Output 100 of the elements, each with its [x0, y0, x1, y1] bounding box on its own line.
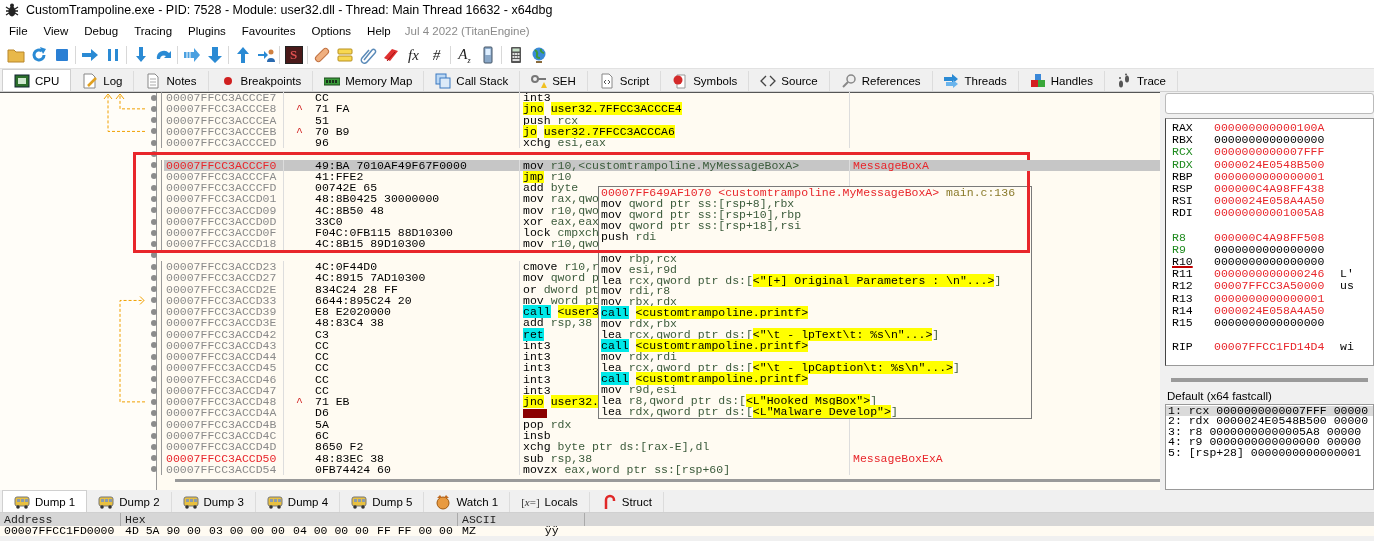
- register-comment: us: [1340, 280, 1354, 293]
- register-name[interactable]: RSP: [1172, 182, 1214, 196]
- hex-bytes: FF FF 00 00: [376, 526, 454, 536]
- bytes-text: CC: [315, 362, 329, 374]
- instruction-text: mov r9d,esi: [601, 382, 677, 396]
- register-value[interactable]: 0000000000000000: [1214, 256, 1340, 269]
- argument-row[interactable]: 2: rdx 0000024E0548B500 00000: [1166, 416, 1373, 427]
- bytes-text: 834C24 28 FF: [315, 283, 398, 295]
- menu-item[interactable]: Debug: [76, 25, 127, 37]
- tab[interactable]: Struct: [589, 492, 664, 512]
- menu-item[interactable]: Options: [303, 25, 360, 37]
- register-value[interactable]: 000000C4A98FF438: [1214, 182, 1340, 196]
- tab[interactable]: Memory Map: [313, 71, 425, 91]
- argument-row[interactable]: 1: rcx 0000000000007FFF 00000: [1166, 406, 1373, 417]
- bytes-text: CC: [315, 92, 329, 104]
- register-name[interactable]: R13: [1172, 292, 1214, 305]
- tab[interactable]: References: [829, 71, 933, 91]
- bytes-text: 48:83EC 38: [315, 452, 384, 464]
- register-value[interactable]: 0000000000000246: [1214, 268, 1340, 281]
- menu-item[interactable]: File: [1, 25, 36, 37]
- selected-row-highlight[interactable]: 00007FFCC3ACCCF0 49:BA 7010AF49F67F0000 mov r10,<customtrampoline.MyMessageBoxA> MessageBoxA: [161, 159, 1160, 171]
- instruction-text: lea rcx,qword ptr ds:[<"[+] Original Parameters : \n"...>]: [601, 273, 1002, 287]
- tab[interactable]: Notes: [134, 71, 209, 91]
- register-value[interactable]: 0000000000000000: [1214, 134, 1340, 147]
- register-value[interactable]: 0000024E0548B500: [1214, 158, 1340, 171]
- script-button[interactable]: S: [284, 46, 303, 64]
- register-value[interactable]: 0000000000000001: [1214, 170, 1340, 183]
- menu-item[interactable]: Plugins: [180, 25, 234, 37]
- argument-row[interactable]: 3: r8 00000000000005A8 00000: [1166, 426, 1373, 438]
- menu-item[interactable]: Tracing: [126, 25, 181, 37]
- register-name[interactable]: RBP: [1172, 170, 1214, 183]
- register-name[interactable]: R12: [1172, 280, 1214, 293]
- tab[interactable]: Dump 1: [2, 490, 88, 512]
- tab[interactable]: Symbols: [661, 71, 750, 91]
- register-name[interactable]: R9: [1172, 243, 1214, 257]
- register-name[interactable]: RBX: [1172, 134, 1214, 147]
- register-value[interactable]: 0000024E058A4A50: [1214, 195, 1340, 208]
- address-text: 00007FFCC3ACCD4B: [161, 418, 283, 430]
- register-value[interactable]: 0000000000000000: [1214, 317, 1340, 330]
- tab[interactable]: Call Stack: [424, 71, 521, 91]
- register-value[interactable]: 0000000000000001: [1214, 292, 1340, 305]
- toolbar-button[interactable]: A$_{z}$: [458, 45, 471, 65]
- register-name[interactable]: RIP: [1172, 341, 1214, 354]
- register-name[interactable]: RAX: [1172, 122, 1214, 135]
- tab[interactable]: Source: [749, 71, 830, 91]
- tab[interactable]: Dump 4: [255, 492, 341, 512]
- brackets-glyph: [x=]: [521, 496, 540, 508]
- bytes-text: 71 EB: [315, 396, 350, 408]
- register-value[interactable]: 00000000001005A8: [1214, 207, 1340, 220]
- address-text: 00007FFCC3ACCD01: [161, 193, 283, 205]
- register-name[interactable]: RDX: [1172, 158, 1214, 171]
- instruction-text: call <user3: [523, 305, 599, 319]
- register-value[interactable]: 0000024E058A4A50: [1214, 304, 1340, 317]
- register-name[interactable]: R8: [1172, 231, 1214, 244]
- register-value[interactable]: 0000000000007FFF: [1214, 146, 1340, 159]
- tab[interactable]: Watch 1: [424, 492, 511, 512]
- register-name[interactable]: RDI: [1172, 207, 1214, 220]
- bytes-text: C3: [315, 328, 329, 340]
- instruction-text: xchg byte ptr ds:[rax-E],dl: [523, 440, 710, 454]
- calling-convention-title: Default (x64 fastcall): [1166, 389, 1273, 404]
- register-name[interactable]: R14: [1172, 304, 1214, 317]
- bytes-text: 4C:0F44D0: [315, 261, 378, 273]
- tab[interactable]: Log: [71, 71, 135, 91]
- address-text: 00007FFCC3ACCD45: [161, 362, 283, 374]
- tab[interactable]: Handles: [1018, 71, 1105, 91]
- register-value[interactable]: 00007FFCC3A50000: [1214, 280, 1340, 293]
- register-name[interactable]: RCX: [1172, 146, 1214, 159]
- toolbar-button[interactable]: #: [432, 46, 441, 64]
- menu-item[interactable]: Help: [359, 25, 399, 37]
- argument-row[interactable]: 4: r9 0000000000000000 00000: [1166, 437, 1373, 448]
- instruction-text: or dword pt: [523, 282, 599, 296]
- tab[interactable]: SEH: [520, 71, 588, 91]
- register-name[interactable]: R15: [1172, 317, 1214, 330]
- register-value[interactable]: 0000000000000000: [1214, 243, 1340, 257]
- address-text: 00007FFCC3ACCD0F: [161, 227, 283, 239]
- hex-bytes: 03 00 00 00: [208, 526, 286, 536]
- bytes-text: 5A: [315, 418, 329, 430]
- instruction-text: jo user32.7FFCC3ACCCA6: [523, 124, 675, 138]
- bytes-text: 48:83C4 38: [315, 317, 384, 329]
- register-name[interactable]: R11: [1172, 268, 1214, 281]
- address-text: 00007FFCC3ACCCED: [161, 137, 283, 149]
- toolbar-button[interactable]: fx: [408, 46, 419, 64]
- instruction-text: mov qword p: [523, 271, 599, 285]
- menu-item[interactable]: View: [35, 25, 77, 37]
- tab[interactable]: [x=] Locals: [510, 492, 590, 512]
- register-value[interactable]: 000000000000100A: [1214, 122, 1340, 135]
- register-name[interactable]: R10: [1172, 256, 1214, 269]
- tab[interactable]: Threads: [932, 71, 1019, 91]
- register-value[interactable]: 000000C4A98FF508: [1214, 231, 1340, 244]
- tab[interactable]: Script: [587, 71, 662, 91]
- tab[interactable]: Dump 2: [87, 492, 172, 512]
- register-name[interactable]: RSI: [1172, 195, 1214, 208]
- argument-row[interactable]: 5: [rsp+28] 0000000000000001: [1166, 447, 1373, 458]
- register-value[interactable]: 00007FFCC1FD14D4: [1214, 341, 1340, 354]
- tab[interactable]: Breakpoints: [208, 71, 314, 91]
- tab[interactable]: CPU: [2, 69, 72, 91]
- tab[interactable]: Dump 5: [340, 492, 425, 512]
- tab[interactable]: Dump 3: [171, 492, 256, 512]
- tab[interactable]: Trace: [1104, 71, 1178, 91]
- menu-item[interactable]: Favourites: [233, 25, 304, 37]
